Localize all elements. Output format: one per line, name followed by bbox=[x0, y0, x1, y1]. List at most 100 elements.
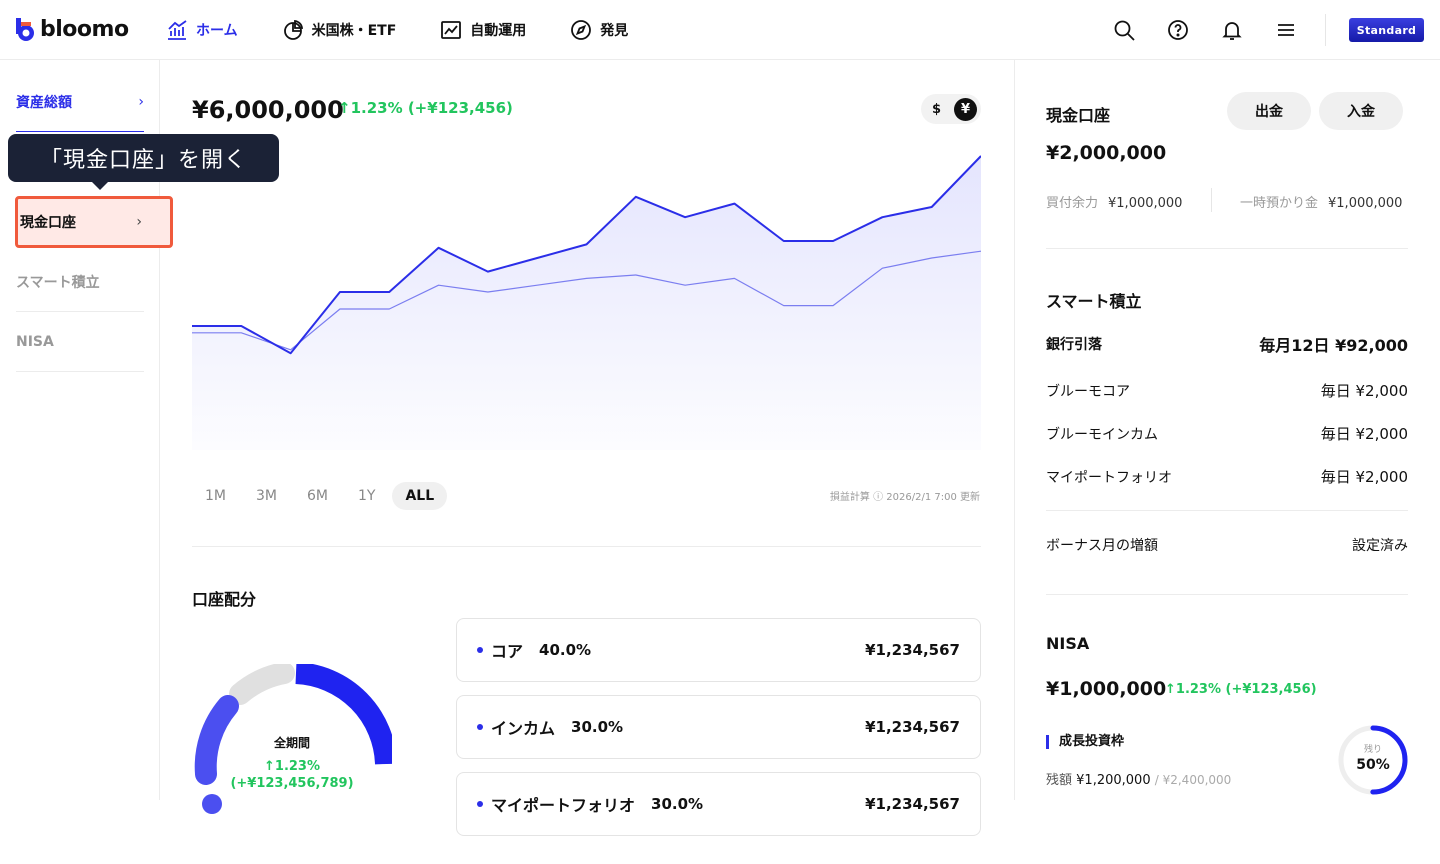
bonus-row[interactable]: ボーナス月の増額 設定済み bbox=[1046, 535, 1408, 555]
search-icon[interactable] bbox=[1112, 18, 1136, 42]
deposit-button[interactable]: 入金 bbox=[1319, 92, 1403, 130]
sidebar-item-cash-account[interactable]: 現金口座 › bbox=[15, 196, 173, 248]
range-button-3m[interactable]: 3M bbox=[243, 482, 290, 510]
nisa-growth-frame: 成長投資枠 bbox=[1046, 735, 1124, 749]
compass-icon bbox=[571, 20, 592, 40]
ring-label-pct: 50% bbox=[1356, 757, 1390, 773]
donut-amount: (+¥123,456,789) bbox=[230, 776, 354, 791]
buying-power: 買付余力 ¥1,000,000 bbox=[1046, 192, 1182, 211]
allocation-title: 口座配分 bbox=[192, 590, 257, 609]
nisa-remaining: 残額 ¥1,200,000 / ¥2,400,000 bbox=[1046, 769, 1231, 788]
divider bbox=[1046, 510, 1408, 511]
main-content: ¥6,000,000 ↑1.23% (+¥123,456) $ ¥ 1M 3M 6M… bbox=[160, 60, 1015, 836]
range-button-1y[interactable]: 1Y bbox=[345, 482, 388, 510]
plan-badge[interactable]: Standard bbox=[1349, 18, 1424, 42]
allocation-amount: ¥1,234,567 bbox=[865, 795, 960, 813]
allocation-amount: ¥1,234,567 bbox=[865, 641, 960, 659]
bell-icon[interactable] bbox=[1220, 18, 1244, 42]
allocation-pct: 30.0% bbox=[571, 718, 624, 736]
help-icon[interactable] bbox=[1166, 18, 1190, 42]
allocation-card-my-portfolio[interactable]: マイポートフォリオ 30.0% ¥1,234,567 bbox=[456, 772, 981, 836]
currency-usd[interactable]: $ bbox=[932, 102, 941, 117]
sidebar-item-label: スマート積立 bbox=[16, 274, 100, 291]
divider bbox=[1046, 248, 1408, 249]
smart-saving-title: スマート積立 bbox=[1046, 292, 1142, 311]
currency-toggle[interactable]: $ ¥ bbox=[921, 94, 981, 124]
asset-chart bbox=[192, 155, 981, 450]
allocation-card-core[interactable]: コア 40.0% ¥1,234,567 bbox=[456, 618, 981, 682]
saving-row-value: 毎日 ¥2,000 bbox=[1320, 468, 1408, 486]
allocation-pct: 40.0% bbox=[539, 641, 592, 659]
header-divider bbox=[1325, 14, 1326, 46]
bank-debit-row: 銀行引落 毎月12日 ¥92,000 bbox=[1046, 332, 1408, 356]
saving-row: マイポートフォリオ 毎日 ¥2,000 bbox=[1046, 466, 1408, 487]
donut-label: 全期間 ↑1.23% (+¥123,456,789) bbox=[192, 734, 392, 791]
chevron-right-icon: › bbox=[138, 93, 144, 110]
trend-icon bbox=[441, 21, 462, 39]
chart-area bbox=[192, 156, 981, 450]
divider bbox=[1046, 594, 1408, 595]
nisa-remaining-label: 残額 bbox=[1046, 773, 1073, 788]
range-button-6m[interactable]: 6M bbox=[294, 482, 341, 510]
sidebar-item-nisa[interactable]: NISA bbox=[16, 312, 144, 372]
nav-auto-invest[interactable]: 自動運用 bbox=[440, 19, 526, 41]
bank-debit-value: 毎月12日 ¥92,000 bbox=[1259, 336, 1408, 355]
nav-discover[interactable]: 発見 bbox=[570, 19, 628, 41]
guide-tooltip: 「現金口座」を開く bbox=[8, 134, 279, 190]
withdraw-button[interactable]: 出金 bbox=[1227, 92, 1311, 130]
menu-icon[interactable] bbox=[1274, 18, 1298, 42]
nav-home[interactable]: ホーム bbox=[166, 19, 238, 41]
sidebar-item-total-assets[interactable]: 資産総額 › bbox=[16, 72, 144, 132]
chevron-right-icon: › bbox=[136, 214, 142, 230]
nisa-limit-value: ¥2,400,000 bbox=[1162, 773, 1232, 787]
allocation-card-income[interactable]: インカム 30.0% ¥1,234,567 bbox=[456, 695, 981, 759]
nisa-separator: / bbox=[1154, 773, 1163, 787]
total-assets-value: ¥6,000,000 bbox=[192, 96, 344, 124]
updated-timestamp: 損益計算 ⓘ 2026/2/1 7:00 更新 bbox=[829, 492, 980, 503]
bullet-icon bbox=[477, 724, 483, 730]
saving-row-label: マイポートフォリオ bbox=[1046, 469, 1172, 486]
logo[interactable]: bloomo bbox=[16, 17, 129, 42]
saving-row: ブルーモコア 毎日 ¥2,000 bbox=[1046, 380, 1408, 401]
pie-icon bbox=[283, 19, 303, 40]
bullet-icon bbox=[477, 801, 483, 807]
divider bbox=[192, 546, 981, 547]
donut-period: 全期間 bbox=[273, 736, 310, 750]
donut-pct: ↑1.23% bbox=[264, 759, 320, 774]
logo-mark-icon bbox=[16, 17, 34, 41]
allocation-amount: ¥1,234,567 bbox=[865, 718, 960, 736]
saving-row-label: ブルーモインカム bbox=[1046, 426, 1158, 443]
allocation-pct: 30.0% bbox=[651, 795, 704, 813]
range-button-all[interactable]: ALL bbox=[392, 482, 448, 510]
saving-row-label: ブルーモコア bbox=[1046, 383, 1130, 400]
nisa-ring-label: 残り 50% bbox=[1337, 742, 1409, 773]
ring-label-text: 残り bbox=[1363, 745, 1382, 755]
nisa-change: ↑1.23% (+¥123,456) bbox=[1165, 682, 1317, 697]
nav-discover-label: 発見 bbox=[600, 23, 629, 39]
bonus-label: ボーナス月の増額 bbox=[1046, 538, 1158, 554]
temp-deposit-value: ¥1,000,000 bbox=[1328, 196, 1403, 211]
right-panel: 現金口座 出金 入金 ¥2,000,000 買付余力 ¥1,000,000 一時預… bbox=[1015, 60, 1440, 800]
nav-home-label: ホーム bbox=[196, 23, 238, 39]
bullet-icon bbox=[477, 647, 483, 653]
buying-power-label: 買付余力 bbox=[1046, 196, 1099, 211]
range-button-1m[interactable]: 1M bbox=[192, 482, 239, 510]
nav-auto-invest-label: 自動運用 bbox=[470, 23, 527, 39]
nav-us-stocks[interactable]: 米国株・ETF bbox=[282, 19, 397, 41]
sidebar-item-label: NISA bbox=[16, 333, 54, 350]
bonus-value: 設定済み bbox=[1352, 538, 1408, 554]
sidebar-item-label: 現金口座 bbox=[20, 215, 76, 231]
buying-power-value: ¥1,000,000 bbox=[1108, 196, 1183, 211]
app-header: bloomo ホーム 米国株・ETF 自動運用 発見 Standard bbox=[0, 0, 1440, 60]
saving-row-value: 毎日 ¥2,000 bbox=[1320, 425, 1408, 443]
sidebar-item-smart-saving[interactable]: スマート積立 bbox=[16, 252, 144, 312]
currency-jpy[interactable]: ¥ bbox=[954, 97, 977, 121]
chart-icon bbox=[168, 20, 187, 40]
nav-us-stocks-label: 米国株・ETF bbox=[311, 23, 397, 39]
nisa-remaining-value: ¥1,200,000 bbox=[1076, 773, 1151, 788]
cash-account-title: 現金口座 bbox=[1046, 106, 1111, 125]
sidebar-item-label: 資産総額 bbox=[16, 94, 72, 111]
logo-text: bloomo bbox=[40, 17, 129, 42]
temp-deposit: 一時預かり金 ¥1,000,000 bbox=[1240, 192, 1402, 211]
main-nav: ホーム 米国株・ETF 自動運用 発見 bbox=[166, 0, 672, 60]
